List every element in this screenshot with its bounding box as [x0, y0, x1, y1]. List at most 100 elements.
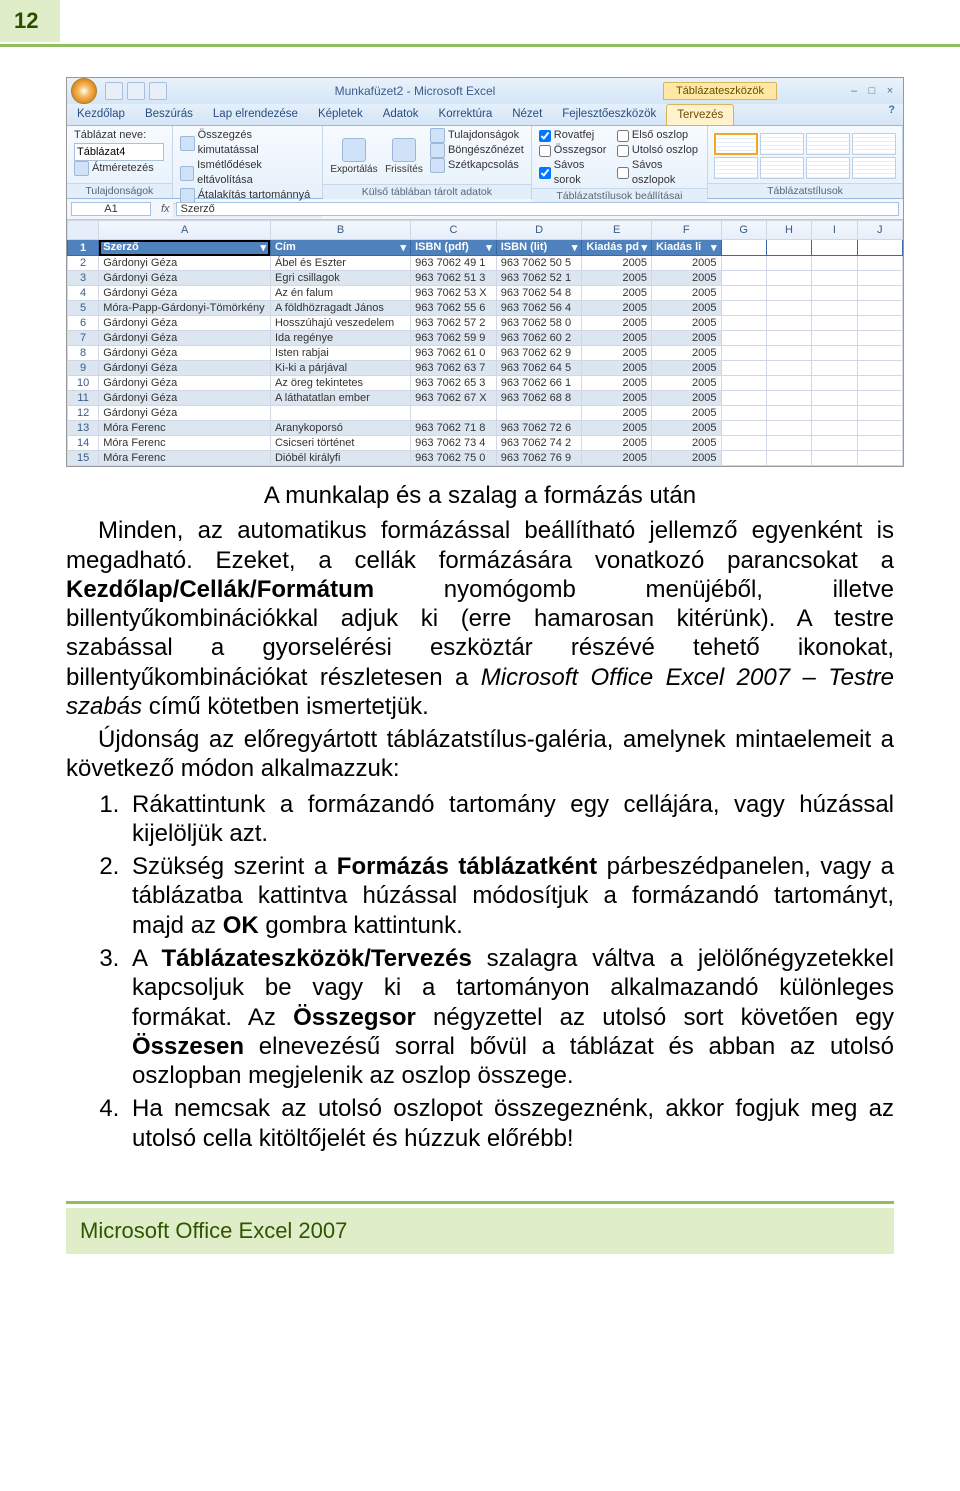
table-header-cell[interactable]: Kiadás li ▾	[651, 240, 721, 256]
refresh-button[interactable]: Frissítés	[379, 128, 429, 184]
cell[interactable]: Ábel és Eszter	[270, 256, 410, 271]
row-header[interactable]: 13	[68, 421, 99, 436]
cell[interactable]: Gárdonyi Géza	[99, 286, 271, 301]
style-swatch[interactable]	[806, 157, 850, 179]
cell[interactable]: A láthatatlan ember	[270, 391, 410, 406]
qat-redo-icon[interactable]	[149, 82, 167, 100]
cell[interactable]	[766, 346, 811, 361]
cell[interactable]: 963 7062 52 1	[496, 271, 582, 286]
cell[interactable]	[766, 361, 811, 376]
cell[interactable]	[857, 361, 902, 376]
style-swatch[interactable]	[852, 157, 896, 179]
table-header-cell[interactable]: Kiadás pd ▾	[582, 240, 652, 256]
cell[interactable]	[857, 301, 902, 316]
name-box[interactable]: A1	[71, 202, 151, 216]
cell[interactable]	[812, 451, 857, 466]
cell[interactable]: 2005	[582, 301, 652, 316]
properties-button[interactable]: Tulajdonságok	[429, 128, 525, 143]
cell[interactable]: 2005	[582, 376, 652, 391]
row-header[interactable]: 12	[68, 406, 99, 421]
cell[interactable]	[857, 240, 902, 256]
cell[interactable]: 963 7062 66 1	[496, 376, 582, 391]
cell[interactable]	[721, 256, 766, 271]
cell[interactable]	[812, 286, 857, 301]
style-swatch[interactable]	[806, 133, 850, 155]
cell[interactable]	[812, 301, 857, 316]
cell[interactable]: 963 7062 75 0	[411, 451, 497, 466]
cell[interactable]: 2005	[582, 406, 652, 421]
cell[interactable]	[766, 286, 811, 301]
minimize-icon[interactable]: –	[847, 85, 861, 97]
cell[interactable]	[721, 406, 766, 421]
cell[interactable]	[812, 376, 857, 391]
cell[interactable]	[812, 361, 857, 376]
cell[interactable]	[857, 286, 902, 301]
cell[interactable]: 2005	[582, 361, 652, 376]
cell[interactable]: Móra Ferenc	[99, 436, 271, 451]
cell[interactable]: Az én falum	[270, 286, 410, 301]
cell[interactable]	[812, 421, 857, 436]
banded-rows-checkbox[interactable]	[539, 167, 551, 179]
summarize-pivot-button[interactable]: Összegzés kimutatással	[179, 128, 316, 158]
row-header[interactable]: 15	[68, 451, 99, 466]
cell[interactable]: A földhözragadt János	[270, 301, 410, 316]
cell[interactable]	[857, 316, 902, 331]
cell[interactable]	[721, 421, 766, 436]
column-header[interactable]: A	[99, 221, 271, 240]
first-col-checkbox[interactable]	[617, 130, 629, 142]
cell[interactable]	[857, 256, 902, 271]
cell[interactable]	[411, 406, 497, 421]
cell[interactable]: Gárdonyi Géza	[99, 331, 271, 346]
cell[interactable]: 2005	[582, 271, 652, 286]
style-swatch[interactable]	[852, 133, 896, 155]
column-header[interactable]: H	[766, 221, 811, 240]
table-header-cell[interactable]: ISBN (lit) ▾	[496, 240, 582, 256]
cell[interactable]	[766, 316, 811, 331]
cell[interactable]: 2005	[582, 421, 652, 436]
cell[interactable]	[857, 271, 902, 286]
qat-undo-icon[interactable]	[127, 82, 145, 100]
cell[interactable]	[812, 316, 857, 331]
cell[interactable]: 2005	[651, 361, 721, 376]
cell[interactable]	[766, 240, 811, 256]
office-button[interactable]	[71, 78, 97, 104]
column-header[interactable]: D	[496, 221, 582, 240]
cell[interactable]	[857, 346, 902, 361]
cell[interactable]: 2005	[651, 346, 721, 361]
table-header-cell[interactable]: ISBN (pdf) ▾	[411, 240, 497, 256]
tab-view[interactable]: Nézet	[502, 104, 552, 125]
cell[interactable]: 2005	[651, 421, 721, 436]
cell[interactable]: Móra Ferenc	[99, 421, 271, 436]
tab-home[interactable]: Kezdőlap	[67, 104, 135, 125]
cell[interactable]	[721, 316, 766, 331]
cell[interactable]: 963 7062 53 X	[411, 286, 497, 301]
cell[interactable]	[857, 421, 902, 436]
select-all-corner[interactable]	[68, 221, 99, 240]
maximize-icon[interactable]: □	[865, 85, 879, 97]
convert-range-button[interactable]: Átalakítás tartománnyá	[179, 188, 316, 203]
cell[interactable]: 2005	[582, 346, 652, 361]
cell[interactable]: 2005	[582, 331, 652, 346]
tab-design[interactable]: Tervezés	[666, 104, 734, 125]
export-button[interactable]: Exportálás	[329, 128, 379, 184]
column-header[interactable]: I	[812, 221, 857, 240]
cell[interactable]: 963 7062 68 8	[496, 391, 582, 406]
cell[interactable]: 963 7062 67 X	[411, 391, 497, 406]
cell[interactable]: 2005	[582, 256, 652, 271]
cell[interactable]: 2005	[651, 391, 721, 406]
tab-insert[interactable]: Beszúrás	[135, 104, 203, 125]
column-header[interactable]: G	[721, 221, 766, 240]
row-header[interactable]: 11	[68, 391, 99, 406]
row-header[interactable]: 9	[68, 361, 99, 376]
cell[interactable]: 963 7062 63 7	[411, 361, 497, 376]
cell[interactable]	[812, 346, 857, 361]
cell[interactable]: 2005	[582, 316, 652, 331]
cell[interactable]	[766, 451, 811, 466]
cell[interactable]	[766, 436, 811, 451]
cell[interactable]	[721, 346, 766, 361]
cell[interactable]: Móra-Papp-Gárdonyi-Tömörkény	[99, 301, 271, 316]
cell[interactable]	[857, 376, 902, 391]
cell[interactable]: 963 7062 51 3	[411, 271, 497, 286]
cell[interactable]: 2005	[651, 286, 721, 301]
cell[interactable]: 2005	[582, 286, 652, 301]
